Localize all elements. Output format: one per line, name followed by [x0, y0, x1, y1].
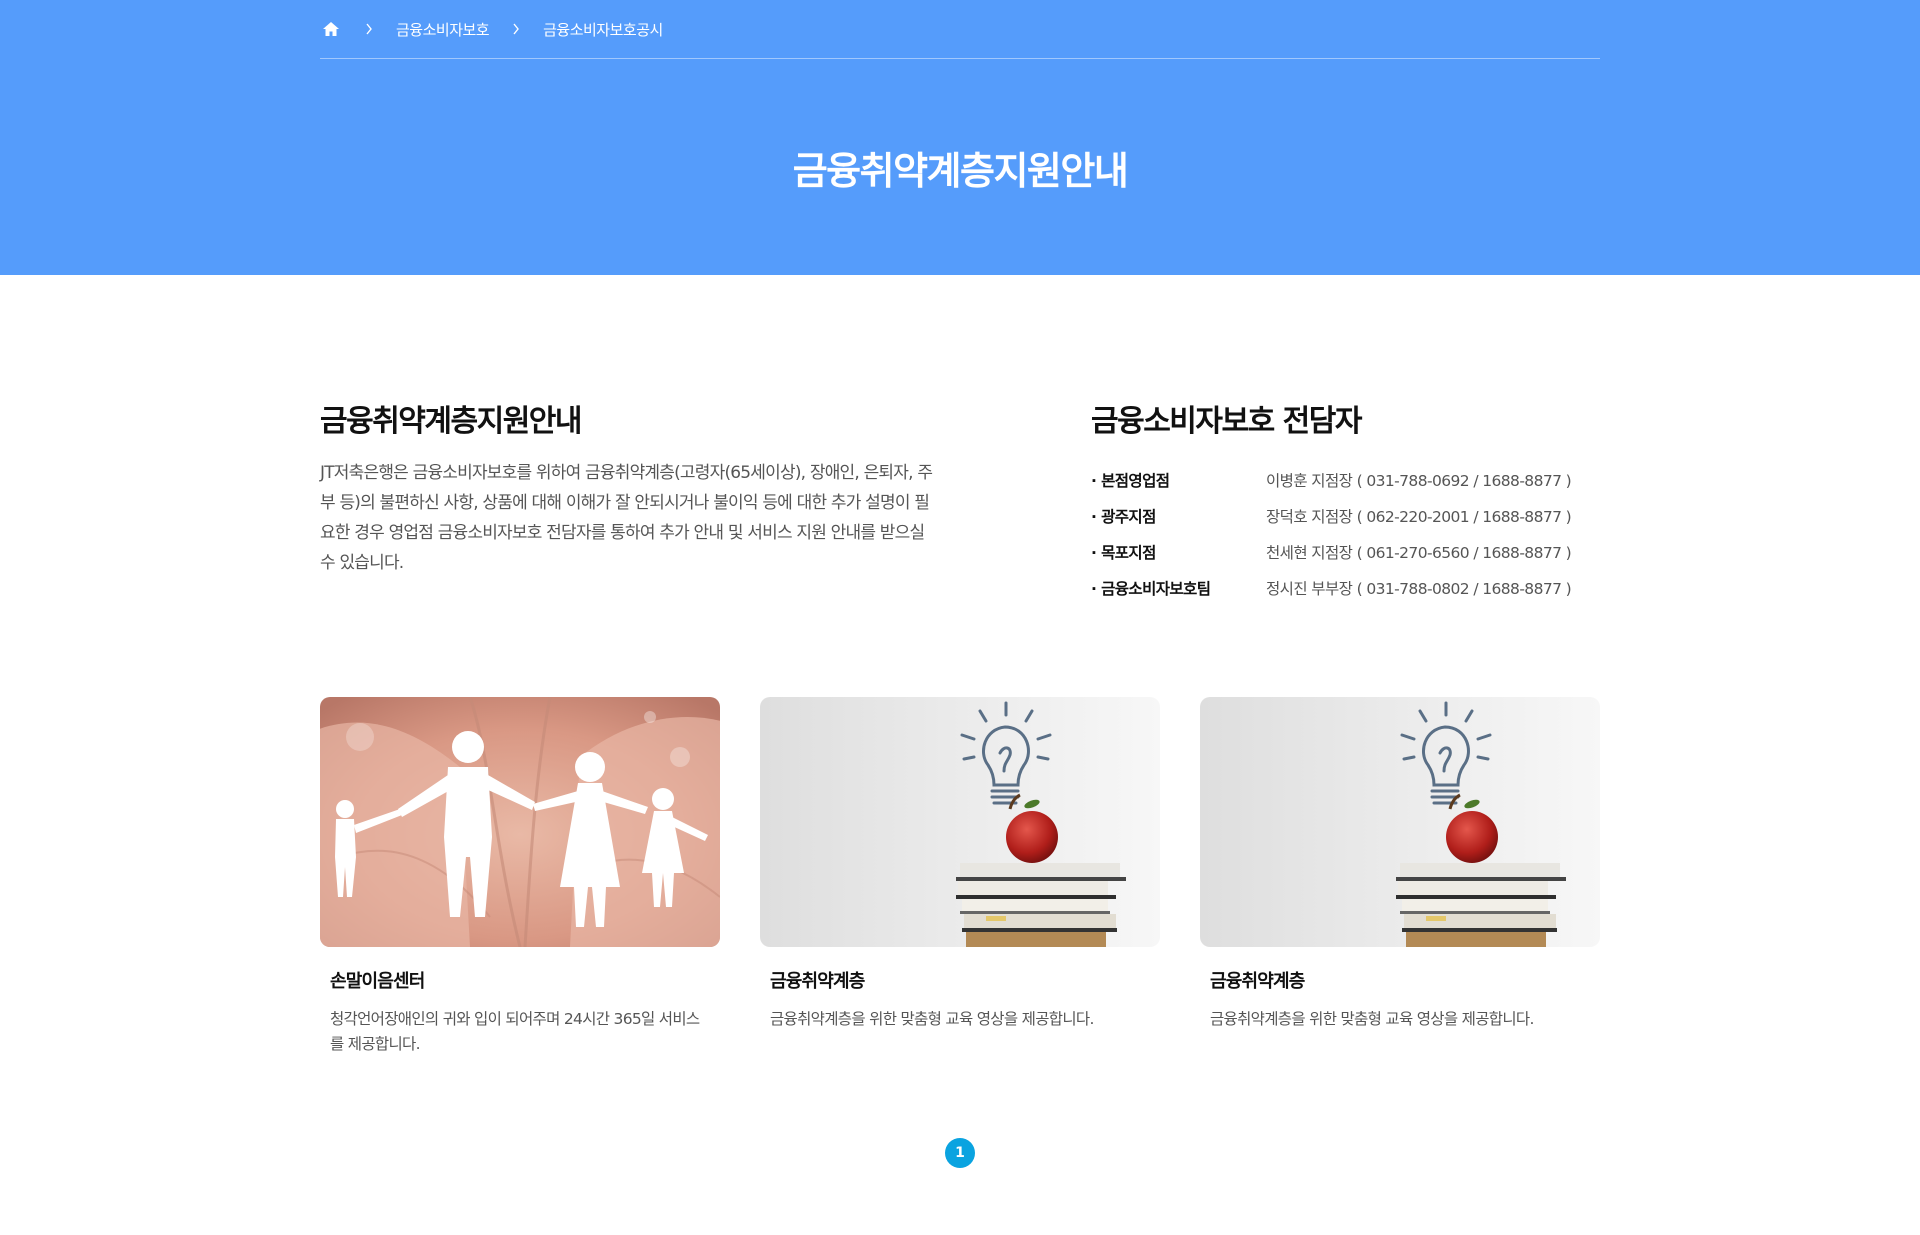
card-desc: 청각언어장애인의 귀와 입이 되어주며 24시간 365일 서비스를 제공합니다…	[330, 1010, 700, 1053]
card-sign-language-center[interactable]: 손말이음센터 청각언어장애인의 귀와 입이 되어주며 24시간 365일 서비스…	[320, 697, 720, 1053]
staff-row: 광주지점 장덕호 지점장 ( 062-220-2001 / 1688-8877 …	[1091, 498, 1611, 534]
breadcrumb-item-consumer-protection[interactable]: 금융소비자보호	[396, 19, 490, 40]
card-title: 금융취약계층	[1210, 971, 1305, 992]
card-list: 손말이음센터 청각언어장애인의 귀와 입이 되어주며 24시간 365일 서비스…	[320, 697, 1600, 1057]
staff-branch: 목포지점	[1091, 541, 1266, 563]
card-title: 손말이음센터	[330, 971, 425, 992]
breadcrumb: 금융소비자보호 금융소비자보호공시	[320, 0, 1600, 59]
staff-contact: 정시진 부부장 ( 031-788-0802 / 1688-8877 )	[1266, 580, 1572, 598]
staff-row: 금융소비자보호팀 정시진 부부장 ( 031-788-0802 / 1688-8…	[1091, 570, 1611, 606]
chevron-right-icon	[362, 23, 376, 35]
staff-branch: 본점영업점	[1091, 469, 1266, 491]
chevron-right-icon	[509, 23, 523, 35]
pagination: 1	[945, 1138, 975, 1168]
staff-contact: 천세현 지점장 ( 061-270-6560 / 1688-8877 )	[1266, 544, 1572, 562]
card-desc: 금융취약계층을 위한 맞춤형 교육 영상을 제공합니다.	[770, 1010, 1094, 1028]
card-title: 금융취약계층	[770, 971, 865, 992]
home-icon[interactable]	[320, 18, 342, 40]
staff-contact: 장덕호 지점장 ( 062-220-2001 / 1688-8877 )	[1266, 508, 1572, 526]
breadcrumb-item-disclosure[interactable]: 금융소비자보호공시	[543, 19, 663, 40]
staff-branch: 광주지점	[1091, 505, 1266, 527]
card-vulnerable-education-2[interactable]: 금융취약계층 금융취약계층을 위한 맞춤형 교육 영상을 제공합니다.	[1200, 697, 1600, 1028]
staff-row: 본점영업점 이병훈 지점장 ( 031-788-0692 / 1688-8877…	[1091, 462, 1611, 498]
staff-contact: 이병훈 지점장 ( 031-788-0692 / 1688-8877 )	[1266, 472, 1572, 490]
card-vulnerable-education-1[interactable]: 금융취약계층 금융취약계층을 위한 맞춤형 교육 영상을 제공합니다.	[760, 697, 1160, 1028]
page-title: 금융취약계층지원안내	[792, 149, 1129, 193]
card-image-apple-books[interactable]	[760, 697, 1160, 947]
page-number-current[interactable]: 1	[945, 1138, 975, 1168]
card-image-apple-books[interactable]	[1200, 697, 1600, 947]
staff-row: 목포지점 천세현 지점장 ( 061-270-6560 / 1688-8877 …	[1091, 534, 1611, 570]
staff-branch: 금융소비자보호팀	[1091, 577, 1266, 599]
staff-title: 금융소비자보호 전담자	[1091, 404, 1362, 439]
staff-list: 본점영업점 이병훈 지점장 ( 031-788-0692 / 1688-8877…	[1091, 462, 1611, 606]
card-image-family-hands[interactable]	[320, 697, 720, 947]
intro-title: 금융취약계층지원안내	[320, 404, 583, 439]
page-banner: 금융소비자보호 금융소비자보호공시 금융취약계층지원안내	[0, 0, 1920, 275]
intro-text: JT저축은행은 금융소비자보호를 위하여 금융취약계층(고령자(65세이상), …	[320, 463, 933, 573]
card-desc: 금융취약계층을 위한 맞춤형 교육 영상을 제공합니다.	[1210, 1010, 1534, 1028]
